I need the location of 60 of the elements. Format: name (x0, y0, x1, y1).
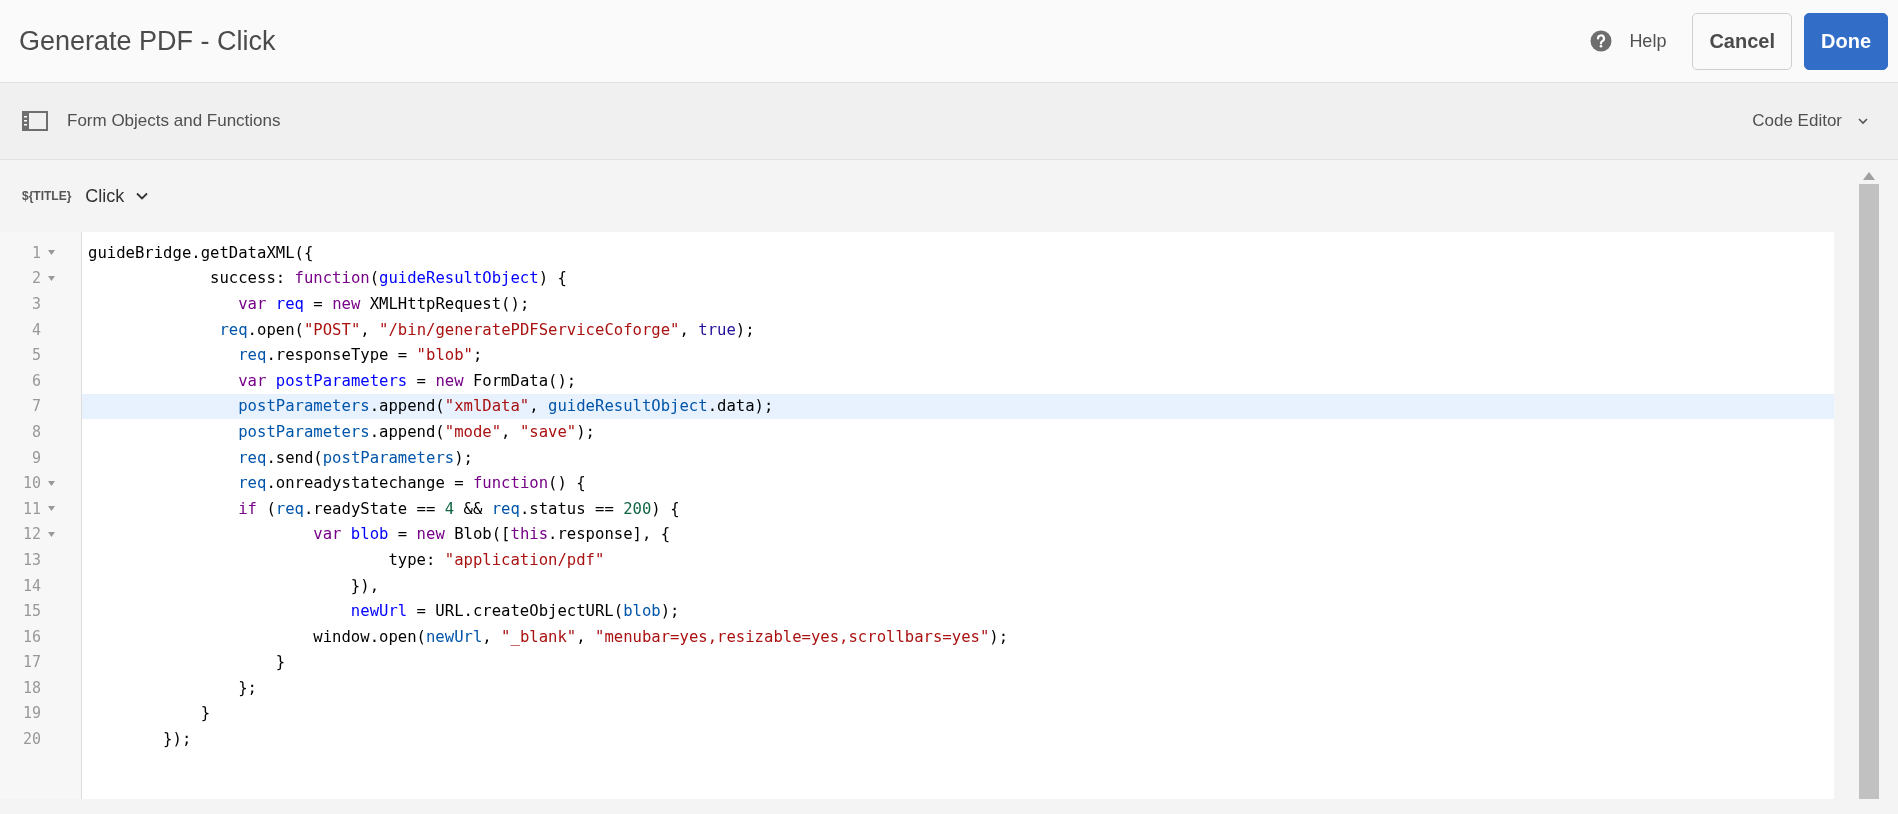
help-icon (1590, 30, 1613, 52)
fold-arrow-icon[interactable] (48, 531, 55, 537)
editor-mode-dropdown[interactable]: Code Editor (1752, 111, 1868, 131)
code-line: }); (162, 730, 192, 749)
code-line: var req = new XMLHttpRequest(); (237, 295, 530, 313)
line-number: 13 (22, 550, 41, 569)
chevron-down-icon (1858, 117, 1868, 125)
code-line: req.open("POST", "/bin/generatePDFServiceCoforge", true); (218, 320, 755, 339)
code-line: } (274, 653, 286, 672)
line-number: 20 (22, 730, 41, 749)
code-line: var blob = new Blob([this.response], { (312, 525, 671, 544)
line-number: 5 (31, 346, 41, 365)
cancel-button[interactable]: Cancel (1692, 12, 1792, 70)
line-number: 14 (22, 576, 41, 595)
line-number: 10 (22, 474, 41, 493)
fold-arrow-icon[interactable] (48, 250, 55, 256)
code-line: req.send(postParameters); (237, 448, 473, 467)
code-line: var postParameters = new FormData(); (237, 371, 577, 390)
code-line: }; (237, 678, 257, 697)
code-line: postParameters.append("mode", "save"); (237, 422, 595, 441)
line-number: 4 (31, 320, 41, 339)
sidebar-icon (22, 111, 48, 131)
code-line: } (199, 704, 211, 723)
panel-toggle-button[interactable]: Form Objects and Functions (22, 111, 281, 131)
line-number: 17 (22, 653, 41, 672)
chevron-down-icon (136, 192, 149, 200)
fold-arrow-icon[interactable] (48, 506, 55, 512)
line-number: 3 (31, 295, 41, 313)
code-line: req.responseType = "blob"; (237, 346, 483, 365)
line-number: 2 (31, 269, 41, 288)
code-line: guideBridge.getDataXML({ (87, 243, 314, 262)
help-link[interactable]: Help (1590, 30, 1667, 52)
line-number: 16 (22, 627, 41, 646)
code-line: postParameters.append("xmlData", guideResultObject.data); (237, 397, 774, 416)
line-number: 1 (31, 243, 41, 262)
scrollbar-thumb[interactable] (1859, 184, 1879, 799)
line-number: 18 (22, 678, 41, 697)
event-dropdown[interactable]: Click (85, 185, 149, 207)
code-line: newUrl = URL.createObjectURL(blob); (349, 602, 680, 621)
code-line: req.onreadystatechange = function() { (237, 474, 586, 493)
code-line: success: function(guideResultObject) { (209, 269, 567, 288)
line-number: 8 (31, 422, 41, 441)
line-number: 9 (31, 448, 41, 467)
code-line: window.open(newUrl, "_blank", "menubar=yes,resizable=yes,scrollbars=yes"); (312, 627, 1009, 646)
line-number: 11 (22, 499, 41, 518)
scroll-up-icon[interactable] (1863, 172, 1875, 180)
window-title: Generate PDF - Click (19, 25, 276, 57)
line-number: 12 (22, 525, 41, 544)
line-number: 6 (31, 371, 41, 390)
line-number: 7 (31, 397, 41, 416)
line-number: 19 (22, 704, 41, 723)
code-line: if (req.readyState == 4 && req.status == 200) { (237, 499, 680, 518)
title-token: ${TITLE} (22, 189, 72, 203)
code-line: type: "application/pdf" (387, 550, 605, 569)
fold-arrow-icon[interactable] (48, 480, 55, 486)
code-editor[interactable] (0, 232, 1834, 799)
fold-arrow-icon[interactable] (48, 275, 55, 281)
line-number: 15 (22, 602, 41, 621)
done-button[interactable]: Done (1804, 12, 1888, 70)
code-line: }), (349, 576, 380, 595)
